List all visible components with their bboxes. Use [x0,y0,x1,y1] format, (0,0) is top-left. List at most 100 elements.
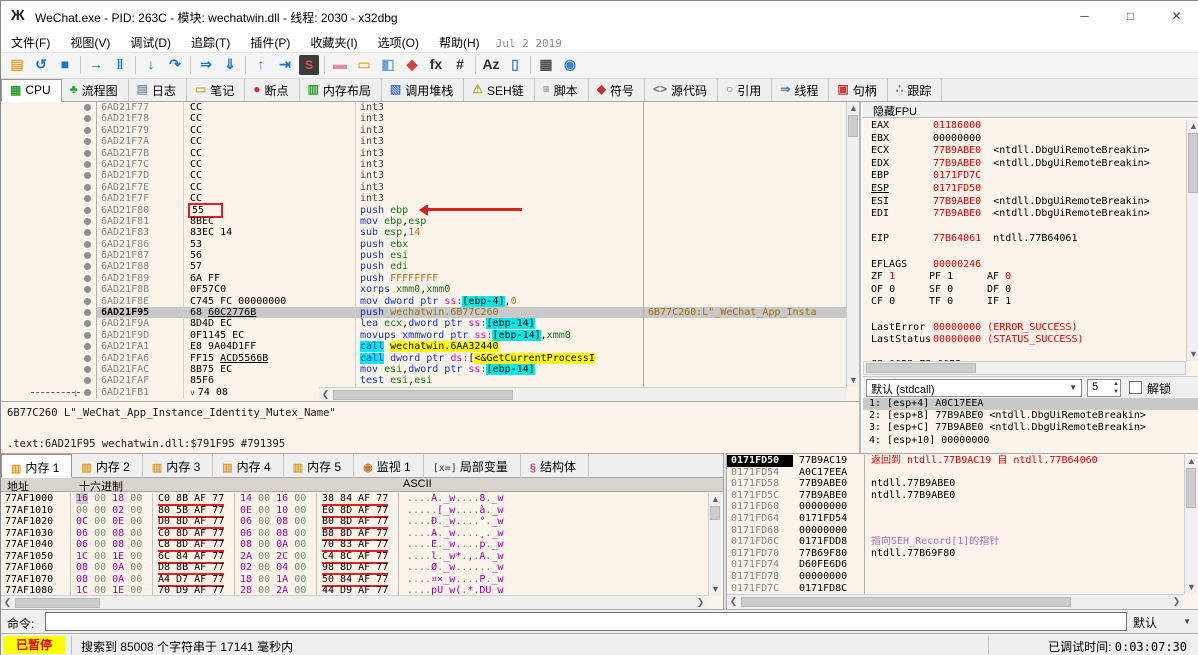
settings-s-icon[interactable]: S [299,55,319,75]
tab-cpu[interactable]: ▦ CPU [1,79,62,102]
breakpoint-gutter[interactable] [1,363,97,376]
disasm-row[interactable]: 6AD21FAC 8B75 EC mov esi,dword ptr ss:[ebp… [1,363,846,376]
breakpoint-gutter[interactable] [1,215,97,228]
register-row[interactable]: EAX 01186000 [863,120,1185,133]
command-profile-select[interactable]: 默认 ▼ [1133,614,1193,631]
stack-horizontal-scrollbar[interactable]: ❮ ❯ [727,594,1183,608]
disasm-row[interactable]: 6AD21F81 8BEC mov ebp,esp [1,215,846,228]
stack-row[interactable]: 0171FD7C 0171FD8C [727,582,1183,595]
disassembly-horizontal-scrollbar[interactable]: ❮ [319,387,846,401]
tab-log[interactable]: ▤ 日志 [129,79,187,101]
register-row[interactable] [863,309,1185,322]
argument-row[interactable]: 4: [esp+10] 00000000 [863,435,1198,447]
register-row[interactable]: ZF 1 PF 1 AF 0 [863,271,1185,284]
disasm-row[interactable]: 6AD21FA6 FF15 ACD5566B call dword ptr ds:[… [1,352,846,364]
breakpoint-gutter[interactable] [1,284,97,296]
breakpoint-gutter[interactable] [1,307,97,319]
disasm-row[interactable]: 6AD21F7A CC int3 [1,136,846,148]
run-to-user-code-icon[interactable]: ⇥ [273,53,297,77]
stop-icon[interactable]: ■ [53,53,77,77]
tab-call-stack[interactable]: ▧ 调用堆栈 [382,79,465,101]
breakpoint-gutter[interactable] [1,352,97,364]
registers-vertical-scrollbar[interactable]: ▲ ▼ [1186,120,1198,361]
breakpoint-gutter[interactable] [1,170,97,182]
register-row[interactable]: ECX 77B9ABE0 <ntdll.DbgUiRemoteBreakin> [863,145,1185,158]
breakpoint-gutter[interactable] [1,124,97,137]
step-into-icon[interactable]: ↓ [139,53,163,77]
patches-icon[interactable]: ▬ [328,53,352,77]
tab-memory-3[interactable]: ▥ 内存 3 [143,454,214,478]
tab-threads[interactable]: ⇒ 线程 [772,79,830,101]
disasm-row[interactable]: 6AD21F7E CC int3 [1,181,846,194]
register-row[interactable] [863,221,1185,234]
disasm-row[interactable]: 6AD21F9A 8D4D EC lea ecx,dword ptr ss:[ebp… [1,318,846,330]
breakpoint-gutter[interactable] [1,102,97,114]
close-button[interactable]: ✕ [1154,1,1198,31]
calculator-icon[interactable]: ▦ [534,53,558,77]
functions-fx-icon[interactable]: fx [424,53,448,77]
dump-row[interactable]: 77AF1050 1C 00 1E 00 6C 84 AF 77 2A 00 2C 0… [1,550,707,564]
open-folder-icon[interactable]: ▤ [5,53,29,77]
tab-graph[interactable]: ♣ 流程图 [62,79,129,101]
dump-row[interactable]: 77AF1000 16 00 18 00 C0 8B AF 77 14 00 16 0… [1,493,707,506]
disasm-row[interactable]: 6AD21F7F CC int3 [1,193,846,205]
disasm-row[interactable]: 6AD21F80 55 push ebp [1,202,846,218]
tab-seh[interactable]: ⚠ SEH链 [464,79,535,101]
disasm-row[interactable]: 6AD21F7D CC int3 [1,170,846,182]
stack-row[interactable]: 0171FD68 00000000 [727,524,1183,537]
disasm-row[interactable]: 6AD21FA1 E8 9A04D1FF call wechatwin.6AA324… [1,341,846,353]
disasm-row[interactable]: 6AD21F77 CC int3 [1,102,846,114]
stack-vertical-scrollbar[interactable]: ▲ ▼ [1184,455,1197,594]
register-row[interactable]: CF 0 TF 0 IF 1 [863,296,1185,309]
breakpoint-gutter[interactable] [1,238,97,251]
menu-item[interactable]: 选项(O) [368,31,429,54]
breakpoint-gutter[interactable] [1,204,97,216]
stack-row[interactable]: 0171FD60 00000000 [727,501,1183,513]
disasm-row[interactable]: 6AD21F8E C745 FC 00000000 mov dword ptr ss… [1,295,846,308]
tab-memory-1[interactable]: ▥ 内存 1 [1,454,73,478]
breakpoint-gutter[interactable] [1,272,97,285]
hash-icon[interactable]: # [448,53,472,77]
breakpoint-gutter[interactable] [1,158,97,171]
breakpoint-gutter[interactable] [1,113,97,125]
run-icon[interactable]: → [84,53,108,77]
disasm-row[interactable]: 6AD21F88 57 push edi [1,261,846,273]
tab-memory-4[interactable]: ▥ 内存 4 [213,454,284,478]
menu-item[interactable]: 插件(P) [240,31,300,54]
tab-source[interactable]: <> 源代码 [645,79,719,101]
dump-horizontal-scrollbar[interactable]: ❮ ❯ [1,595,707,609]
argument-count-stepper[interactable]: 5 ▲ ▼ [1087,379,1121,397]
argument-row[interactable]: 3: [esp+C] 77B9ABE0 <ntdll.DbgUiRemoteBr… [863,422,1198,434]
breakpoint-gutter[interactable] [1,341,97,353]
menu-item[interactable]: 调试(D) [120,31,181,54]
disasm-row[interactable]: 6AD21F78 CC int3 [1,113,846,125]
comments-icon[interactable]: ▭ [352,53,376,77]
tab-references[interactable]: ○ 引用 [718,79,773,101]
dump-row[interactable]: 77AF1010 00 00 02 00 80 5B AF 77 0E 00 10 0… [1,504,707,518]
bookmarks-icon[interactable]: ◆ [400,53,424,77]
register-row[interactable] [863,347,1185,360]
tab-watch-1[interactable]: ◉ 监视 1 [354,454,424,478]
breakpoint-gutter[interactable] [1,250,97,262]
tab-memory-5[interactable]: ▥ 内存 5 [284,454,355,478]
disasm-row[interactable]: 6AD21FAF 85F6 test esi,esi [1,375,846,387]
argument-row[interactable]: 2: [esp+8] 77B9ABE0 <ntdll.DbgUiRemoteBr… [863,410,1198,422]
breakpoint-gutter[interactable] [1,181,97,194]
breakpoint-gutter[interactable] [1,386,97,399]
trace-into-icon[interactable]: ⇒ [194,53,218,77]
hide-fpu-button[interactable]: 隐藏FPU [863,102,1198,118]
dump-row[interactable]: 77AF1060 08 00 0A 00 D8 8B AF 77 02 00 04 0… [1,562,707,575]
disasm-row[interactable]: 6AD21F83 83EC 14 sub esp,14 [1,227,846,239]
disasm-row[interactable]: 6AD21F8B 0F57C0 xorps xmm0,xmm0 [1,284,846,296]
registers-horizontal-scrollbar[interactable] [863,361,1186,375]
register-row[interactable]: EFLAGS 00000246 [863,259,1185,272]
breakpoint-gutter[interactable] [1,295,97,308]
tab-locals[interactable]: [x=] 局部变量 [424,454,521,478]
disasm-row[interactable]: 6AD21F7B CC int3 [1,147,846,159]
disasm-row[interactable]: 6AD21F79 CC int3 [1,124,846,137]
breakpoint-gutter[interactable] [1,227,97,239]
disasm-row[interactable]: 6AD21F89 6A FF push FFFFFFFF [1,272,846,285]
register-row[interactable]: EDX 77B9ABE0 <ntdll.DbgUiRemoteBreakin> [863,158,1185,171]
calling-convention-select[interactable]: 默认 (stdcall) ▼ [866,379,1082,397]
breakpoint-gutter[interactable] [1,147,97,159]
